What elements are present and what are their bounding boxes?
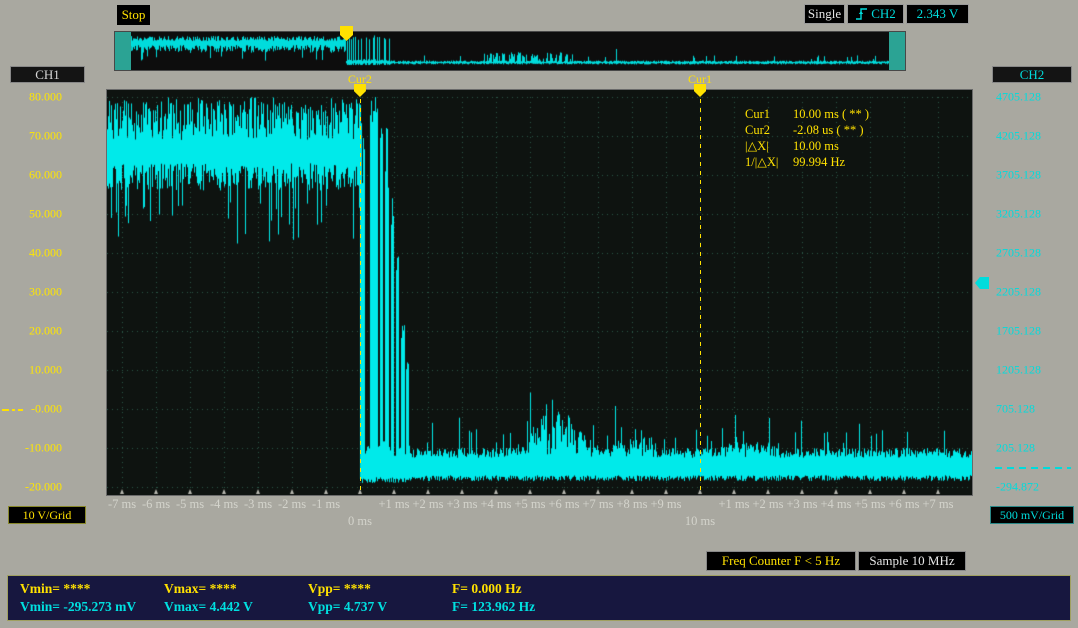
ch1-axis-label: -20.000 <box>25 479 62 494</box>
measurement-row-stats: Vmin= **** Vmax= **** Vpp= **** F= 0.000 Hz <box>20 581 522 597</box>
time-tick-label: +3 ms <box>786 497 818 511</box>
time-tick-label: -1 ms <box>311 497 341 511</box>
time-tick-label: +1 ms <box>378 497 410 511</box>
ch1-axis-label: 10.000 <box>29 362 62 377</box>
ch1-axis-label: 40.000 <box>29 245 62 260</box>
time-tick-label: -4 ms <box>209 497 239 511</box>
time-tick-label: -2 ms <box>277 497 307 511</box>
trigger-source-box[interactable]: CH2 <box>847 4 904 24</box>
cursor-readout-value: 99.994 Hz <box>793 155 846 169</box>
time-tick-label: +7 ms <box>582 497 614 511</box>
cursor-readout-value: -2.08 us ( ** ) <box>793 123 864 137</box>
cursor-readout-label: Cur2 <box>745 123 770 137</box>
cursor-readout-label: |△X| <box>745 139 769 153</box>
ch2-axis-label: 3705.128 <box>996 167 1041 182</box>
ch1-axis-label: -10.000 <box>25 440 62 455</box>
freq-counter-box: Freq Counter F < 5 Hz <box>706 551 856 571</box>
trigger-channel-label: CH2 <box>871 6 896 21</box>
time-major-label: 0 ms <box>348 514 372 528</box>
time-tick-label: -5 ms <box>175 497 205 511</box>
cursor-readout-line: |△X| 10.00 ms <box>745 138 869 154</box>
single-button[interactable]: Single <box>804 4 845 24</box>
overview-right-mask[interactable] <box>889 32 905 70</box>
cursor-readout-value: 10.00 ms <box>793 139 839 153</box>
time-tick-label: +4 ms <box>480 497 512 511</box>
measurement-value: F= 123.962 Hz <box>452 599 536 614</box>
time-tick-label: -3 ms <box>243 497 273 511</box>
time-tick-label: -7 ms <box>107 497 137 511</box>
ch1-ground-marker[interactable] <box>2 409 23 411</box>
overview-waveform-canvas <box>115 32 905 70</box>
cursor-readout-label: 1/|△X| <box>745 155 779 169</box>
cursor-readout-value: 10.00 ms ( ** ) <box>793 107 870 121</box>
ch2-scale-box: 500 mV/Grid <box>990 506 1074 524</box>
trigger-edge-icon <box>856 8 868 20</box>
trigger-level-marker[interactable] <box>975 277 989 289</box>
cursor-readout-line: Cur2 -2.08 us ( ** ) <box>745 122 869 138</box>
acquisition-overview-strip[interactable] <box>114 31 906 71</box>
time-tick-label: +5 ms <box>854 497 886 511</box>
ch2-axis-label: 4205.128 <box>996 128 1041 143</box>
cursor-readout-line: 1/|△X| 99.994 Hz <box>745 154 869 170</box>
ch1-axis-label: 60.000 <box>29 167 62 182</box>
measurement-value: Vpp= **** <box>308 581 371 596</box>
cursor-readout: Cur1 10.00 ms ( ** ) Cur2 -2.08 us ( ** ) |△… <box>745 106 869 170</box>
time-tick-label: +4 ms <box>820 497 852 511</box>
ch2-axis-label: 705.128 <box>996 401 1035 416</box>
cursor1-line[interactable] <box>700 90 701 495</box>
measurement-value: Vmax= **** <box>164 581 237 596</box>
time-major-label: 10 ms <box>684 514 716 528</box>
measurement-value: Vpp= 4.737 V <box>308 599 388 614</box>
ch2-axis-label: 1205.128 <box>996 362 1041 377</box>
ch2-axis-label: 2705.128 <box>996 245 1041 260</box>
ch2-axis-label: 4705.128 <box>996 89 1041 104</box>
ch2-axis-label: 2205.128 <box>996 284 1041 299</box>
time-tick-label: +2 ms <box>752 497 784 511</box>
cursor2-label: Cur2 <box>347 72 372 86</box>
ch1-scale-box: 10 V/Grid <box>8 506 86 524</box>
measurement-value: Vmin= -295.273 mV <box>20 599 137 614</box>
cursor-readout-line: Cur1 10.00 ms ( ** ) <box>745 106 869 122</box>
ch1-axis-label: 70.000 <box>29 128 62 143</box>
ch1-axis-label: 50.000 <box>29 206 62 221</box>
ch2-axis-label: -294.872 <box>996 479 1039 494</box>
cursor-readout-label: Cur1 <box>745 107 770 121</box>
time-tick-label: +6 ms <box>548 497 580 511</box>
measurement-value: Vmax= 4.442 V <box>164 599 253 614</box>
cursor2-line[interactable] <box>359 90 361 495</box>
measurement-row-values: Vmin= -295.273 mV Vmax= 4.442 V Vpp= 4.737… <box>20 599 535 615</box>
ch1-axis-label: 30.000 <box>29 284 62 299</box>
time-tick-label: +1 ms <box>718 497 750 511</box>
time-tick-label: +9 ms <box>650 497 682 511</box>
time-tick-label: +7 ms <box>922 497 954 511</box>
ch2-label-box[interactable]: CH2 <box>992 66 1072 83</box>
measurements-panel: Vmin= **** Vmax= **** Vpp= **** F= 0.000 Hz… <box>7 575 1071 621</box>
time-tick-label: +8 ms <box>616 497 648 511</box>
measurement-value: F= 0.000 Hz <box>452 581 522 596</box>
time-tick-label: +5 ms <box>514 497 546 511</box>
time-tick-label: +6 ms <box>888 497 920 511</box>
sample-rate-box: Sample 10 MHz <box>858 551 966 571</box>
time-tick-label: +3 ms <box>446 497 478 511</box>
ch1-axis-label: 20.000 <box>29 323 62 338</box>
cursor1-label: Cur1 <box>688 72 712 86</box>
trigger-level-value[interactable]: 2.343 V <box>906 4 969 24</box>
stop-button[interactable]: Stop <box>117 5 150 25</box>
ch2-ground-marker[interactable] <box>995 467 1071 469</box>
ch2-axis-label: 1705.128 <box>996 323 1041 338</box>
ch1-axis-label: 80.000 <box>29 89 62 104</box>
ch2-axis-label: 205.128 <box>996 440 1035 455</box>
ch2-axis-label: 3205.128 <box>996 206 1041 221</box>
measurement-value: Vmin= **** <box>20 581 91 596</box>
time-tick-label: -6 ms <box>141 497 171 511</box>
overview-left-mask[interactable] <box>115 32 131 70</box>
time-tick-label: +2 ms <box>412 497 444 511</box>
ch1-label-box[interactable]: CH1 <box>10 66 85 83</box>
